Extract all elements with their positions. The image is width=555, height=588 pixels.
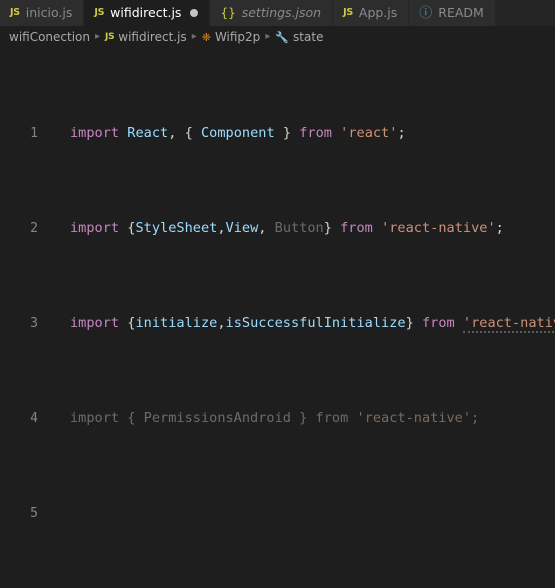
- code-line[interactable]: 2 import {StyleSheet,View, Button} from …: [0, 219, 555, 238]
- tab-label: READM: [438, 5, 484, 20]
- tab-settings-json[interactable]: {} settings.json: [210, 0, 334, 26]
- breadcrumb-label: Wifip2p: [214, 30, 261, 44]
- info-file-icon: ⓘ: [419, 5, 433, 21]
- js-file-icon: JS: [343, 7, 353, 19]
- chevron-right-icon: ▸: [95, 31, 101, 42]
- editor-tab-bar: JS inicio.js JS wifidirect.js {} setting…: [0, 0, 555, 26]
- line-number: 3: [30, 316, 38, 331]
- unsaved-changes-icon[interactable]: [190, 9, 199, 17]
- line-content[interactable]: import {StyleSheet,View, Button} from 'r…: [43, 219, 555, 238]
- tab-app-js[interactable]: JS App.js: [333, 0, 410, 26]
- line-content[interactable]: [43, 504, 555, 523]
- js-file-icon: JS: [94, 7, 105, 19]
- breadcrumb-item-property[interactable]: 🔧 state: [275, 30, 323, 44]
- tab-inicio-js[interactable]: JS inicio.js: [0, 0, 85, 26]
- breadcrumb-label: state: [293, 30, 324, 44]
- breadcrumb-item-file[interactable]: JS wifidirect.js: [105, 30, 187, 44]
- code-content[interactable]: 1 import React, { Component } from 'reac…: [0, 48, 555, 588]
- line-number: 5: [30, 506, 38, 521]
- breadcrumb-item-class[interactable]: ❈ Wifip2p: [202, 30, 261, 44]
- breadcrumb-label: wifiConection: [9, 30, 90, 44]
- json-file-icon: {}: [220, 6, 236, 20]
- code-line[interactable]: 3 import {initialize,isSuccessfulInitial…: [0, 314, 555, 333]
- line-content[interactable]: import {initialize,isSuccessfulInitializ…: [43, 314, 555, 333]
- code-line[interactable]: 5: [0, 504, 555, 523]
- line-content[interactable]: import React, { Component } from 'react'…: [43, 124, 555, 143]
- code-editor[interactable]: 1 import React, { Component } from 'reac…: [0, 48, 555, 588]
- code-line[interactable]: 4 import { PermissionsAndroid } from 're…: [0, 409, 555, 428]
- line-number: 2: [30, 221, 38, 236]
- property-symbol-icon: 🔧: [275, 30, 290, 44]
- breadcrumb-label: wifidirect.js: [118, 30, 187, 44]
- js-file-icon: JS: [10, 7, 20, 19]
- code-line[interactable]: 1 import React, { Component } from 'reac…: [0, 124, 555, 143]
- chevron-right-icon: ▸: [265, 31, 271, 42]
- breadcrumb-item-folder[interactable]: wifiConection: [9, 30, 90, 44]
- line-number: 1: [30, 126, 38, 141]
- tab-label: settings.json: [241, 5, 322, 20]
- tab-readme-md[interactable]: ⓘ READM: [409, 0, 496, 26]
- tab-label: wifidirect.js: [110, 5, 182, 20]
- breadcrumb: wifiConection ▸ JS wifidirect.js ▸ ❈ Wif…: [0, 26, 555, 48]
- chevron-right-icon: ▸: [191, 31, 197, 42]
- js-file-icon: JS: [105, 31, 115, 42]
- line-content[interactable]: import { PermissionsAndroid } from 'reac…: [43, 409, 555, 428]
- tab-wifidirect-js[interactable]: JS wifidirect.js: [84, 0, 211, 26]
- tab-label: App.js: [358, 5, 398, 20]
- class-symbol-icon: ❈: [201, 30, 211, 44]
- tab-label: inicio.js: [25, 5, 73, 20]
- line-number: 4: [30, 411, 38, 426]
